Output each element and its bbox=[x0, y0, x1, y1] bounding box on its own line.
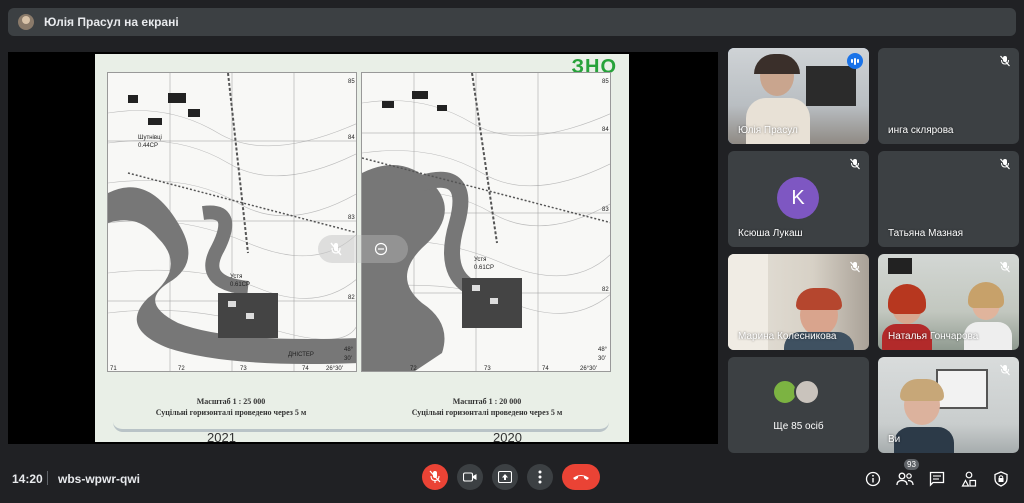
more-vert-icon bbox=[538, 470, 542, 484]
map-tick: 48° bbox=[598, 347, 608, 353]
map-label: Шутнівці bbox=[138, 135, 162, 141]
mic-off-icon bbox=[850, 261, 860, 273]
topographic-map-2020: Устя 0.61СР 72 73 74 26°30' 48° 30' 82 8… bbox=[361, 72, 611, 372]
bottom-toolbar: 14:20 wbs-wpwr-qwi 93 bbox=[0, 458, 1024, 503]
participant-name: Татьяна Мазная bbox=[888, 228, 964, 239]
map-tick: 72 bbox=[410, 366, 417, 372]
year-label-left: 2021 bbox=[207, 430, 236, 445]
microphone-toggle-button[interactable] bbox=[422, 464, 448, 490]
map-tick: 83 bbox=[602, 207, 609, 213]
pin-controls[interactable] bbox=[354, 235, 408, 263]
participants-count-badge: 93 bbox=[904, 459, 919, 470]
leave-call-button[interactable] bbox=[562, 464, 600, 490]
map-label: ДНІСТЕР bbox=[288, 352, 314, 358]
map-tick: 82 bbox=[602, 287, 609, 293]
map-label: Устя bbox=[230, 274, 242, 280]
participant-name: Юлія Прасул bbox=[738, 125, 798, 136]
scale-text: Масштаб 1 : 20 000 bbox=[452, 397, 522, 406]
presenter-avatar bbox=[18, 14, 34, 30]
chat-button[interactable] bbox=[928, 470, 946, 488]
scale-caption-left: Масштаб 1 : 25 000 Суцільні горизонталі … bbox=[111, 396, 351, 418]
present-now-button[interactable] bbox=[492, 464, 518, 490]
self-tile[interactable]: Ви bbox=[878, 357, 1019, 453]
map-tick: 85 bbox=[348, 79, 355, 85]
avatar: K bbox=[777, 177, 819, 219]
host-controls-button[interactable] bbox=[992, 470, 1010, 488]
activities-button[interactable] bbox=[960, 470, 978, 488]
shared-screen[interactable]: ЗНО Шутнівці 0.44СР Устя 0.61СР ДНІСТЕР … bbox=[8, 52, 718, 445]
mic-off-icon bbox=[1000, 158, 1010, 170]
map-label: Устя bbox=[474, 257, 486, 263]
clock: 14:20 bbox=[12, 472, 43, 486]
participant-name: Ви bbox=[888, 434, 901, 445]
avatar bbox=[794, 379, 820, 405]
map-tick: 71 bbox=[110, 366, 117, 372]
chat-icon bbox=[929, 471, 945, 487]
more-participants-label: Ще 85 осіб bbox=[773, 421, 824, 432]
map-tick: 74 bbox=[542, 366, 549, 372]
phone-hangup-icon bbox=[573, 475, 589, 480]
shield-lock-icon bbox=[994, 471, 1008, 487]
contour-text: Суцільні горизонталі проведено через 5 м bbox=[155, 408, 307, 417]
map-tick: 83 bbox=[348, 215, 355, 221]
mic-off-icon bbox=[429, 470, 441, 483]
meeting-code[interactable]: wbs-wpwr-qwi bbox=[58, 472, 140, 486]
info-icon bbox=[865, 471, 881, 487]
presenter-bar: Юлія Прасул на екрані bbox=[8, 8, 1016, 36]
contour-text: Суцільні горизонталі проведено через 5 м bbox=[411, 408, 563, 417]
map-label: 0.44СР bbox=[138, 143, 158, 149]
mic-off-icon bbox=[850, 158, 860, 170]
activities-shapes-icon bbox=[961, 471, 977, 487]
participant-name: Ксюша Лукаш bbox=[738, 228, 803, 239]
people-button[interactable] bbox=[896, 470, 914, 488]
meet-window: Юлія Прасул на екрані ЗНО Шутнівці 0.44С… bbox=[0, 0, 1024, 503]
map-tick: 82 bbox=[348, 295, 355, 301]
more-avatars bbox=[772, 379, 820, 405]
participant-name: Наталья Гончарова bbox=[888, 331, 979, 342]
meeting-details-button[interactable] bbox=[864, 470, 882, 488]
mic-off-icon bbox=[1000, 261, 1010, 273]
map-tick: 73 bbox=[484, 366, 491, 372]
map-tick: 26°30' bbox=[580, 366, 597, 372]
map-tick: 85 bbox=[602, 79, 609, 85]
divider bbox=[47, 471, 48, 485]
participant-name: инга склярова bbox=[888, 125, 954, 136]
scale-text: Масштаб 1 : 25 000 bbox=[196, 397, 266, 406]
scale-caption-right: Масштаб 1 : 20 000 Суцільні горизонталі … bbox=[367, 396, 607, 418]
speaking-indicator-icon bbox=[847, 53, 863, 69]
map-tick: 74 bbox=[302, 366, 309, 372]
more-options-button[interactable] bbox=[527, 464, 553, 490]
map-tick: 73 bbox=[240, 366, 247, 372]
map-tick: 72 bbox=[178, 366, 185, 372]
map-tick: 84 bbox=[602, 127, 609, 133]
participant-tile[interactable]: Наталья Гончарова bbox=[878, 254, 1019, 350]
map-tick: 26°30' bbox=[326, 366, 343, 372]
participant-tile[interactable]: Марина Колесникова bbox=[728, 254, 869, 350]
topographic-map-2021: Шутнівці 0.44СР Устя 0.61СР ДНІСТЕР 71 7… bbox=[107, 72, 357, 372]
participant-tile[interactable]: Татьяна Мазная bbox=[878, 151, 1019, 247]
participant-tile[interactable]: Юлія Прасул bbox=[728, 48, 869, 144]
camera-toggle-button[interactable] bbox=[457, 464, 483, 490]
mic-off-icon bbox=[1000, 55, 1010, 67]
participant-tile[interactable]: K Ксюша Лукаш bbox=[728, 151, 869, 247]
participant-tile[interactable]: инга склярова bbox=[878, 48, 1019, 144]
presenter-mic-off-icon bbox=[318, 235, 354, 263]
mic-off-icon bbox=[1000, 364, 1010, 376]
people-icon bbox=[896, 472, 914, 486]
remove-icon bbox=[374, 242, 388, 256]
map-tick: 48° bbox=[344, 347, 354, 353]
present-screen-icon bbox=[498, 471, 512, 483]
camera-icon bbox=[463, 472, 477, 482]
map-tick: 30' bbox=[598, 356, 606, 362]
map-label: 0.61СР bbox=[474, 265, 494, 271]
more-participants-tile[interactable]: Ще 85 осіб bbox=[728, 357, 869, 453]
participant-name: Марина Колесникова bbox=[738, 331, 837, 342]
map-tick: 84 bbox=[348, 135, 355, 141]
map-label: 0.61СР bbox=[230, 282, 250, 288]
year-label-right: 2020 bbox=[493, 430, 522, 445]
presenter-label: Юлія Прасул на екрані bbox=[44, 15, 179, 29]
map-tick: 30' bbox=[344, 356, 352, 362]
